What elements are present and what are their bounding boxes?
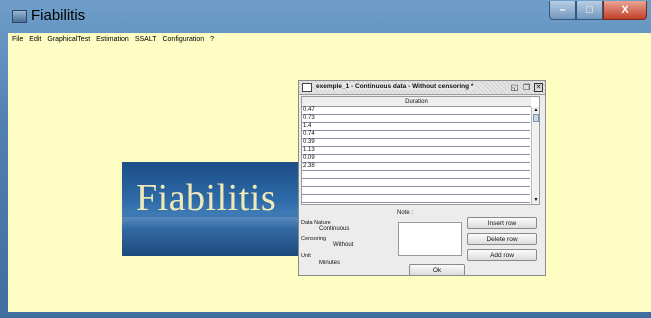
menu-estimation[interactable]: Estimation [96,36,129,43]
restore-icon[interactable]: ❐ [522,83,531,92]
window-title: Fiabilitis [31,7,86,24]
table-row[interactable] [302,179,530,187]
app-icon [12,10,27,23]
data-nature-value: Continuous [319,226,350,232]
data-table: Duration 0.47 0.73 1.4 0.74 0.39 1.13 0.… [301,96,540,205]
note-textarea[interactable] [398,222,462,256]
window-controls: – □ X [549,1,647,21]
menu-ssalt[interactable]: SSALT [135,36,157,43]
data-dialog: exemple_1 - Continuous data - Without ce… [298,80,546,276]
close-icon[interactable]: ✕ [534,83,543,92]
table-row[interactable]: 0.09 [302,155,530,163]
column-header-duration[interactable]: Duration [302,97,531,107]
table-body: 0.47 0.73 1.4 0.74 0.39 1.13 0.09 2.38 [302,107,530,203]
insert-row-button[interactable]: Insert row [467,217,537,229]
table-row[interactable]: 1.4 [302,123,530,131]
menu-file[interactable]: File [12,36,23,43]
dialog-title-bar[interactable]: exemple_1 - Continuous data - Without ce… [299,81,545,95]
document-icon [302,83,312,92]
maximize-button[interactable]: □ [576,1,603,20]
title-bar[interactable]: Fiabilitis – □ X [0,0,651,33]
close-button[interactable]: X [603,1,647,20]
scroll-thumb[interactable] [533,114,539,122]
censoring-value: Without [333,242,354,248]
table-row[interactable]: 0.74 [302,131,530,139]
table-row[interactable]: 1.13 [302,147,530,155]
scroll-up-icon[interactable]: ▲ [532,107,540,114]
menu-configuration[interactable]: Configuration [162,36,204,43]
dialog-controls: ◱ ❐ ✕ [510,83,543,92]
unit-label: Unit [301,253,311,259]
menu-edit[interactable]: Edit [29,36,41,43]
table-row[interactable]: 0.39 [302,139,530,147]
table-row[interactable] [302,187,530,195]
ok-button[interactable]: Ok [409,264,465,276]
table-row[interactable]: 0.47 [302,107,530,115]
delete-row-button[interactable]: Delete row [467,233,537,245]
scroll-down-icon[interactable]: ▼ [532,197,540,204]
iconify-icon[interactable]: ◱ [510,83,519,92]
note-label: Note : [397,210,414,216]
add-row-button[interactable]: Add row [467,249,537,261]
splash-title: Fiabilitis [136,177,277,219]
unit-value: Minutes [319,260,341,265]
table-row[interactable]: 2.38 [302,163,530,171]
censoring-label: Censoring [301,236,327,242]
menu-bar: File Edit GraphicalTest Estimation SSALT… [8,33,651,46]
menu-graphical-test[interactable]: GraphicalTest [47,36,90,43]
main-window: Fiabilitis – □ X File Edit GraphicalTest… [0,0,651,318]
dialog-title: exemple_1 - Continuous data - Without ce… [316,83,476,90]
minimize-button[interactable]: – [549,1,576,20]
table-row[interactable]: 0.73 [302,115,530,123]
menu-help[interactable]: ? [210,36,214,43]
vertical-scrollbar[interactable]: ▲ ▼ [531,107,539,204]
table-row[interactable] [302,195,530,203]
table-row[interactable] [302,171,530,179]
